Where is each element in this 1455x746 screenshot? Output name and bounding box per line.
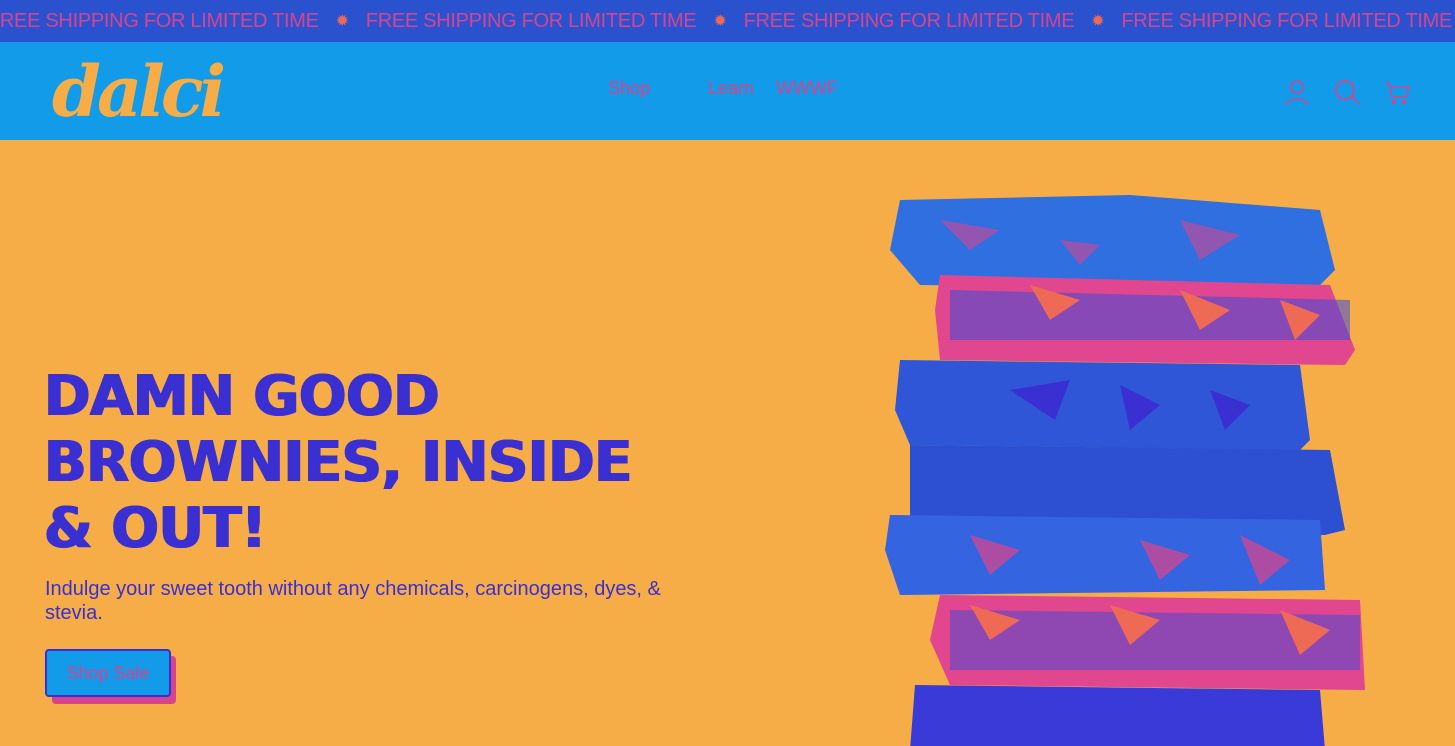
announcement-text: FREE SHIPPING FOR LIMITED TIME [0,9,319,32]
announcement-text: FREE SHIPPING FOR LIMITED TIME [743,9,1075,32]
search-icon[interactable] [1333,78,1361,106]
nav-shop-label: Shop [608,78,651,98]
sun-icon: ✹ [335,13,349,30]
announcement-item: FREE SHIPPING FOR LIMITED TIME ✹ [744,10,1122,33]
announcement-track: FREE SHIPPING FOR LIMITED TIME ✹ FREE SHI… [0,10,1452,33]
brownie-slab [910,685,1325,746]
hero-section: DAMN GOOD BROWNIES, INSIDE & OUT! Indulg… [0,140,1455,746]
main-nav: Shop ▼ Learn WWWF [608,78,838,99]
brownie-slab [885,515,1325,595]
announcement-item: FREE SHIPPING FOR LIMITED TIME ✹ [0,10,366,33]
shop-sale-button[interactable]: Shop Sale [45,649,171,697]
brand-logo[interactable]: dalci [52,52,226,132]
announcement-bar: FREE SHIPPING FOR LIMITED TIME ✹ FREE SHI… [0,0,1455,42]
nav-learn-link[interactable]: Learn [708,78,754,99]
brownie-slab [935,275,1355,365]
brownie-slab [930,595,1365,690]
hero-headline: DAMN GOOD BROWNIES, INSIDE & OUT! [44,364,632,561]
announcement-text: FREE SHIPPING FOR LIMITED TIME [365,9,697,32]
chevron-down-icon: ▼ [660,83,670,94]
header-actions [1283,78,1411,106]
nav-wwwf-link[interactable]: WWWF [776,78,838,99]
site-header: dalci Shop ▼ Learn WWWF [0,42,1455,140]
sun-icon: ✹ [1091,13,1105,30]
cta-wrapper: Shop Sale [45,649,176,704]
hero-subtext: Indulge your sweet tooth without any che… [45,578,661,624]
sun-icon: ✹ [713,13,727,30]
account-icon[interactable] [1283,78,1311,106]
nav-shop-link[interactable]: Shop ▼ [608,78,670,99]
announcement-text: FREE SHIPPING FOR LIMITED TIME [1121,9,1453,32]
brownie-stack-image [885,195,1365,746]
announcement-item: FREE SHIPPING FOR LIMITED TIME ✹ [366,10,744,33]
announcement-item: FREE SHIPPING FOR LIMITED TIME [1121,10,1452,33]
brownie-slab [895,360,1310,450]
cart-icon[interactable] [1383,78,1411,106]
